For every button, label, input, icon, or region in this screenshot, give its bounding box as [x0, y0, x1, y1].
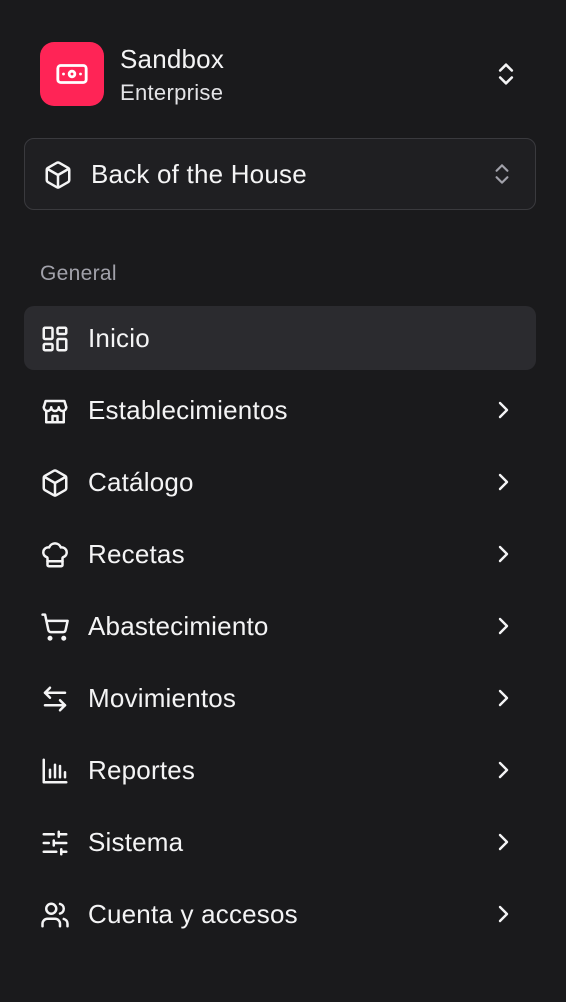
nav-item-abastecimiento[interactable]: Abastecimiento [24, 594, 536, 658]
sliders-icon [40, 828, 70, 858]
box-icon [40, 468, 70, 498]
nav-item-label: Reportes [88, 755, 196, 785]
org-name: Sandbox [120, 44, 225, 74]
chevron-right-icon [494, 614, 514, 638]
nav-list: Inicio Establecimientos Catálogo Recetas… [24, 306, 536, 954]
nav-item-label: Recetas [88, 539, 185, 569]
nav-item-label: Inicio [88, 323, 150, 353]
location-select[interactable]: Back of the House [24, 138, 536, 210]
chef-hat-icon [40, 540, 70, 570]
chevron-right-icon [494, 470, 514, 494]
nav-item-cuenta-y-accesos[interactable]: Cuenta y accesos [24, 882, 536, 946]
users-icon [40, 900, 70, 930]
chevron-right-icon [494, 542, 514, 566]
nav-item-label: Sistema [88, 827, 184, 857]
chevron-right-icon [494, 830, 514, 854]
arrows-left-right-icon [40, 684, 70, 714]
chevrons-up-down-icon [489, 159, 515, 189]
org-switcher[interactable]: Sandbox Enterprise [24, 26, 542, 122]
chevrons-up-down-icon [492, 58, 520, 90]
location-label: Back of the House [91, 159, 307, 189]
sidebar: Sandbox Enterprise Back of the House Gen… [0, 0, 566, 1002]
nav-item-inicio[interactable]: Inicio [24, 306, 536, 370]
nav-item-label: Movimientos [88, 683, 237, 713]
chevron-right-icon [494, 758, 514, 782]
nav-item-catalogo[interactable]: Catálogo [24, 450, 536, 514]
store-icon [40, 396, 70, 426]
nav-item-movimientos[interactable]: Movimientos [24, 666, 536, 730]
section-label-general: General [40, 262, 117, 285]
nav-item-sistema[interactable]: Sistema [24, 810, 536, 874]
nav-item-reportes[interactable]: Reportes [24, 738, 536, 802]
nav-item-label: Catálogo [88, 467, 194, 497]
dashboard-icon [40, 324, 70, 354]
nav-item-label: Establecimientos [88, 395, 288, 425]
nav-item-recetas[interactable]: Recetas [24, 522, 536, 586]
nav-item-label: Abastecimiento [88, 611, 269, 641]
shopping-cart-icon [40, 612, 70, 642]
chevron-right-icon [494, 398, 514, 422]
box-icon [43, 160, 73, 190]
nav-item-establecimientos[interactable]: Establecimientos [24, 378, 536, 442]
org-plan: Enterprise [120, 80, 224, 105]
bar-chart-icon [40, 756, 70, 786]
banknote-icon [56, 64, 88, 84]
chevron-right-icon [494, 686, 514, 710]
org-logo [40, 42, 104, 106]
chevron-right-icon [494, 902, 514, 926]
nav-item-label: Cuenta y accesos [88, 899, 298, 929]
